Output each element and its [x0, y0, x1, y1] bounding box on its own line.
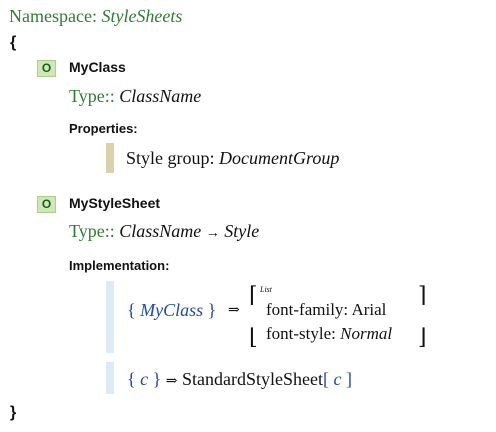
- section-label-properties: Properties:: [69, 121, 138, 136]
- arg-variable[interactable]: c: [334, 369, 342, 389]
- type-declaration: Type:: ClassName: [69, 86, 201, 107]
- list-right-bracket-bottom: ⌋: [418, 324, 427, 349]
- list-item-font-family[interactable]: font-family: Arial: [266, 300, 386, 320]
- implementation-marker: [106, 362, 114, 394]
- list-item-font-style[interactable]: font-style: Normal: [266, 324, 392, 344]
- pattern-close-brace: }: [152, 369, 162, 389]
- type-declaration: Type:: ClassName → Style: [69, 221, 259, 242]
- rule-default[interactable]: { c } ⇒ StandardStyleSheet[ c ]: [127, 369, 352, 390]
- list-tag: List: [260, 285, 273, 294]
- rule-arrow: ⇒: [165, 374, 178, 389]
- pattern-open-brace: {: [127, 300, 136, 320]
- list-right-bracket-top: ⌉: [418, 282, 427, 307]
- type-value[interactable]: ClassName: [119, 86, 201, 106]
- rule-pattern[interactable]: { MyClass }: [127, 300, 216, 321]
- item-value[interactable]: Normal: [340, 324, 392, 343]
- pattern-close-brace: }: [207, 300, 217, 320]
- namespace-name[interactable]: StyleSheets: [101, 6, 182, 26]
- member-name-mystylesheet[interactable]: MyStyleSheet: [69, 195, 160, 211]
- property-key: Style group:: [126, 148, 215, 168]
- namespace-open-brace: {: [10, 34, 17, 51]
- function-call[interactable]: StandardStyleSheet: [182, 369, 323, 389]
- type-result[interactable]: Style: [224, 221, 259, 241]
- object-badge-icon[interactable]: O: [37, 196, 56, 213]
- type-arrow: →: [205, 226, 220, 241]
- implementation-marker: [106, 281, 114, 353]
- arg-open-bracket: [: [323, 369, 329, 389]
- namespace-header: Namespace: StyleSheets: [9, 6, 182, 27]
- pattern-class[interactable]: MyClass: [140, 300, 203, 320]
- namespace-label: Namespace:: [9, 6, 97, 26]
- namespace-close-brace: }: [10, 404, 17, 421]
- type-value[interactable]: ClassName: [119, 221, 201, 241]
- property-marker: [106, 143, 114, 173]
- rule-arrow: ⇒: [228, 303, 240, 318]
- section-label-implementation: Implementation:: [69, 258, 170, 273]
- item-key: font-family:: [266, 300, 349, 319]
- member-name-myclass[interactable]: MyClass: [69, 59, 126, 75]
- arg-close-bracket: ]: [346, 369, 352, 389]
- type-label: Type::: [69, 86, 115, 106]
- item-value[interactable]: Arial: [351, 300, 386, 319]
- pattern-variable[interactable]: c: [140, 369, 148, 389]
- property-value[interactable]: DocumentGroup: [219, 148, 339, 168]
- property-style-group[interactable]: Style group: DocumentGroup: [126, 148, 339, 169]
- type-label: Type::: [69, 221, 115, 241]
- pattern-open-brace: {: [127, 369, 136, 389]
- object-badge-icon[interactable]: O: [37, 60, 56, 77]
- item-key: font-style:: [266, 324, 336, 343]
- list-left-bracket-bottom: ⌊: [249, 324, 258, 349]
- list-left-bracket-top: ⌈: [249, 282, 258, 307]
